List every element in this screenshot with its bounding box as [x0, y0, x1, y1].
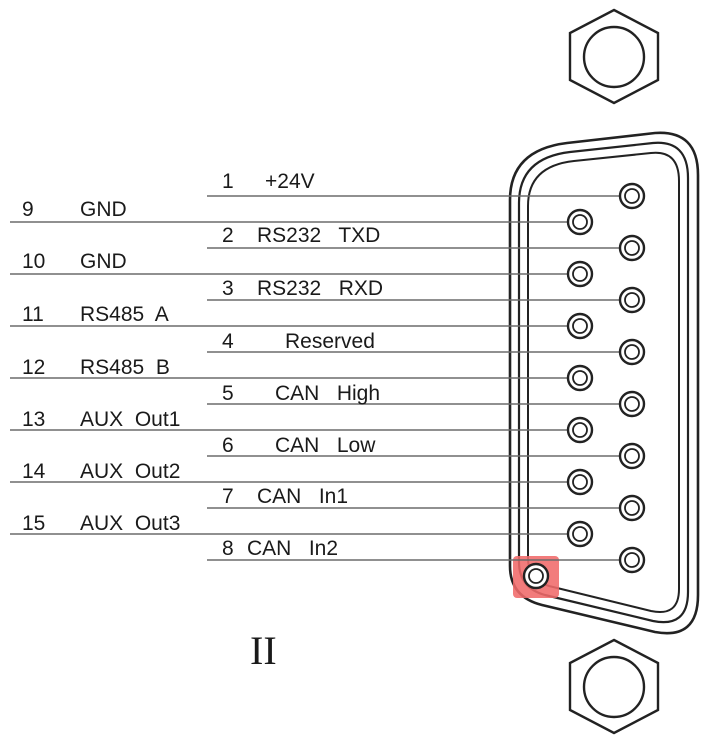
pin-number-7: 7	[222, 485, 234, 508]
pin-number-15: 15	[22, 512, 45, 535]
pin-number-5: 5	[222, 382, 234, 405]
top-mounting-nut-icon	[568, 8, 660, 105]
db15-pinout-svg: 1 +24V 2 RS232 TXD 3 RS232 RXD 4 Reserve…	[10, 8, 700, 735]
pin-5-contact	[618, 390, 646, 418]
highlighted-pin-contact	[522, 562, 550, 590]
pin-signal-4: Reserved	[285, 330, 375, 353]
pin-12-contact	[566, 364, 594, 392]
pin-2-contact	[618, 234, 646, 262]
pin-number-9: 9	[22, 198, 34, 221]
pin-number-12: 12	[22, 356, 45, 379]
pin-signal-9: GND	[80, 198, 127, 221]
pin-signal-10: GND	[80, 250, 127, 273]
pin-6-contact	[618, 442, 646, 470]
pin-13-contact	[566, 416, 594, 444]
pin-4-contact	[618, 338, 646, 366]
pin-1-contact	[618, 182, 646, 210]
pin-number-4: 4	[222, 330, 234, 353]
pin-signal-8: CAN In2	[247, 537, 338, 560]
pin-9-contact	[566, 208, 594, 236]
pin-number-11: 11	[22, 303, 44, 326]
pin-number-6: 6	[222, 434, 234, 457]
pin-signal-13: AUX Out1	[80, 408, 180, 431]
pin-number-1: 1	[222, 170, 234, 193]
pin-number-2: 2	[222, 224, 234, 247]
pin-7-contact	[618, 494, 646, 522]
bottom-mounting-nut-icon	[568, 638, 660, 735]
connector-diagram: 1 +24V 2 RS232 TXD 3 RS232 RXD 4 Reserve…	[0, 0, 703, 740]
pin-10-contact	[566, 260, 594, 288]
pin-signal-14: AUX Out2	[80, 460, 180, 483]
pin-8-contact	[618, 546, 646, 574]
pin-signal-12: RS485 B	[80, 356, 170, 379]
pin-3-contact	[618, 286, 646, 314]
pin-14-contact	[566, 468, 594, 496]
pin-signal-2: RS232 TXD	[257, 224, 380, 247]
pin-15-contact	[566, 520, 594, 548]
pin-signal-11: RS485 A	[80, 303, 169, 326]
pin-number-8: 8	[222, 537, 234, 560]
pin-signal-3: RS232 RXD	[257, 277, 383, 300]
top-row-labels: 1 +24V 2 RS232 TXD 3 RS232 RXD 4 Reserve…	[222, 170, 383, 560]
pin-number-10: 10	[22, 250, 45, 273]
pin-signal-1: +24V	[265, 170, 315, 193]
pin-signal-5: CAN High	[275, 382, 380, 405]
pin-number-14: 14	[22, 460, 46, 483]
figure-label: II	[250, 628, 277, 673]
pin-number-13: 13	[22, 408, 45, 431]
pin-number-3: 3	[222, 277, 234, 300]
pin-signal-7: CAN In1	[257, 485, 348, 508]
pin-signal-15: AUX Out3	[80, 512, 180, 535]
pin-signal-6: CAN Low	[275, 434, 376, 457]
pin-11-contact	[566, 312, 594, 340]
bottom-row-labels: 9 GND 10 GND 11 RS485 A 12 RS485 B 13 AU…	[22, 198, 180, 535]
